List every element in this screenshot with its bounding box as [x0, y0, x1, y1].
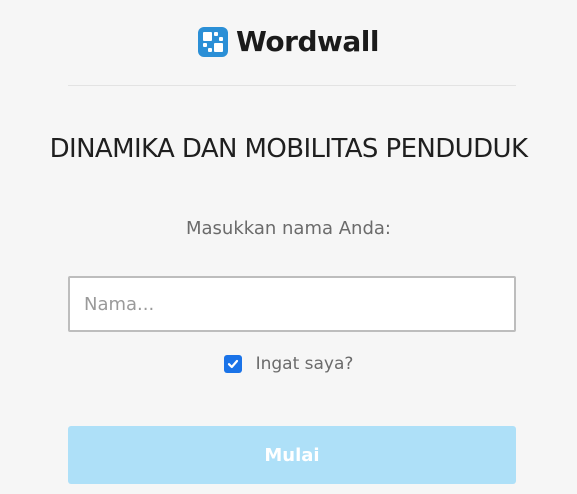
remember-label: Ingat saya? [255, 354, 354, 374]
wordwall-logo: Wordwall [0, 25, 577, 58]
header-divider [68, 85, 516, 86]
brand-name: Wordwall [236, 25, 379, 58]
remember-checkbox[interactable] [223, 355, 242, 373]
wordwall-logo-icon [198, 26, 229, 57]
name-input[interactable] [68, 276, 516, 332]
remember-me[interactable]: Ingat saya? [0, 354, 577, 374]
login-page: Wordwall DINAMIKA DAN MOBILITAS PENDUDUK… [0, 0, 577, 494]
start-button[interactable]: Mulai [68, 426, 516, 484]
checkmark-icon [227, 359, 238, 369]
activity-title: DINAMIKA DAN MOBILITAS PENDUDUK [49, 134, 528, 164]
name-prompt: Masukkan nama Anda: [185, 218, 391, 239]
